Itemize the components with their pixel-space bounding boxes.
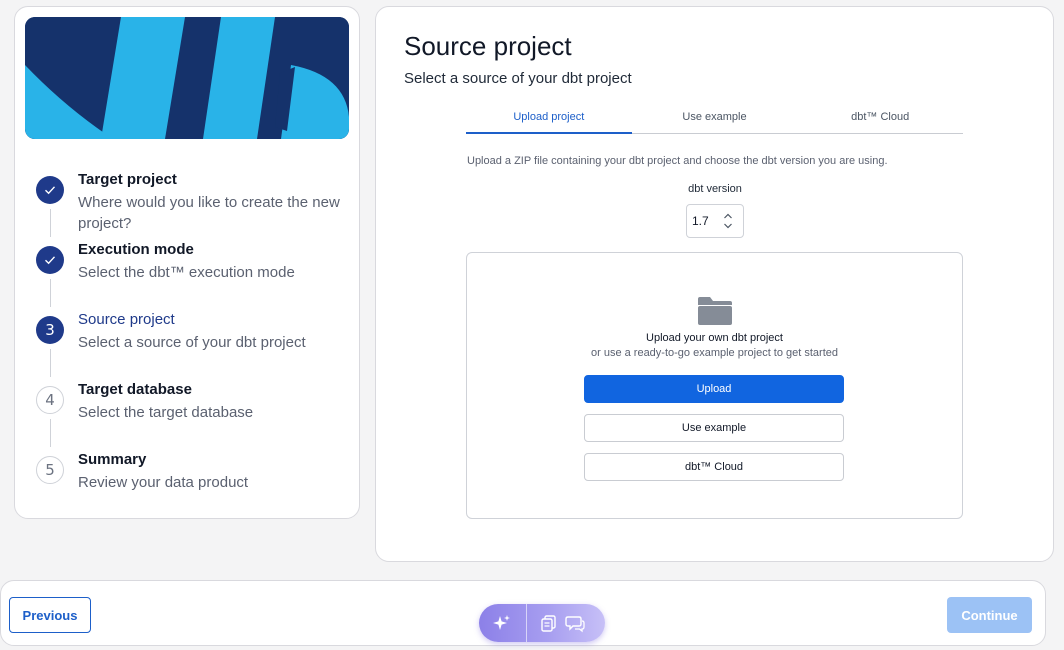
step-source-project[interactable]: 3 Source project Select a source of your…: [35, 311, 355, 381]
dbt-version-value: 1.7: [692, 214, 709, 228]
step-connector: [50, 419, 51, 447]
step-connector: [50, 349, 51, 377]
step-number: 3: [36, 316, 64, 344]
dbt-cloud-button[interactable]: dbt™ Cloud: [584, 453, 844, 481]
wizard-footer: Previous Continue: [0, 580, 1046, 646]
clipboard-copy-icon[interactable]: [539, 613, 559, 633]
step-connector: [50, 279, 51, 307]
step-title: Summary: [78, 451, 147, 468]
step-description: Where would you like to create the new p…: [78, 194, 340, 232]
step-title: Source project: [78, 311, 175, 328]
step-target-database[interactable]: 4 Target database Select the target data…: [35, 381, 355, 451]
step-complete-check-icon: [36, 176, 64, 204]
step-connector: [50, 209, 51, 237]
step-number: 5: [36, 456, 64, 484]
upload-button[interactable]: Upload: [584, 375, 844, 403]
continue-button[interactable]: Continue: [947, 597, 1032, 633]
source-project-panel: Source project Select a source of your d…: [375, 6, 1054, 562]
step-description: Select the target database: [78, 404, 254, 421]
step-list: Target project Where would you like to c…: [35, 171, 355, 521]
chevron-up-down-icon: [724, 213, 732, 229]
step-description: Review your data product: [78, 474, 249, 491]
tab-use-example[interactable]: Use example: [632, 106, 798, 133]
tab-upload-project[interactable]: Upload project: [466, 106, 632, 134]
step-title: Execution mode: [78, 241, 194, 258]
assistant-toolbar: [479, 604, 605, 642]
banner-image: [25, 17, 349, 139]
step-description: Select the dbt™ execution mode: [78, 264, 295, 281]
previous-button[interactable]: Previous: [9, 597, 91, 633]
chat-bubbles-icon[interactable]: [565, 613, 585, 633]
step-description: Select a source of your dbt project: [78, 334, 306, 351]
step-title: Target database: [78, 381, 192, 398]
folder-icon: [698, 297, 732, 325]
page-subtitle: Select a source of your dbt project: [404, 70, 632, 87]
dropzone-title: Upload your own dbt project: [646, 332, 783, 344]
source-tabs: Upload project Use example dbt™ Cloud: [466, 106, 963, 134]
step-target-project[interactable]: Target project Where would you like to c…: [35, 171, 355, 241]
stepper-panel: Target project Where would you like to c…: [14, 6, 360, 519]
step-execution-mode[interactable]: Execution mode Select the dbt™ execution…: [35, 241, 355, 311]
page-title: Source project: [404, 31, 572, 61]
step-summary[interactable]: 5 Summary Review your data product: [35, 451, 355, 521]
dbt-version-label: dbt version: [688, 183, 742, 195]
step-title: Target project: [78, 171, 177, 188]
dbt-version-select[interactable]: 1.7: [686, 204, 744, 238]
sparkles-icon[interactable]: [492, 613, 512, 633]
toolbar-divider: [526, 604, 527, 642]
dropzone-subtitle: or use a ready-to-go example project to …: [590, 347, 839, 359]
step-number: 4: [36, 386, 64, 414]
tab-dbt-cloud[interactable]: dbt™ Cloud: [797, 106, 963, 133]
upload-dropzone[interactable]: Upload your own dbt project or use a rea…: [466, 252, 963, 519]
use-example-button[interactable]: Use example: [584, 414, 844, 442]
step-complete-check-icon: [36, 246, 64, 274]
upload-hint: Upload a ZIP file containing your dbt pr…: [467, 155, 888, 167]
